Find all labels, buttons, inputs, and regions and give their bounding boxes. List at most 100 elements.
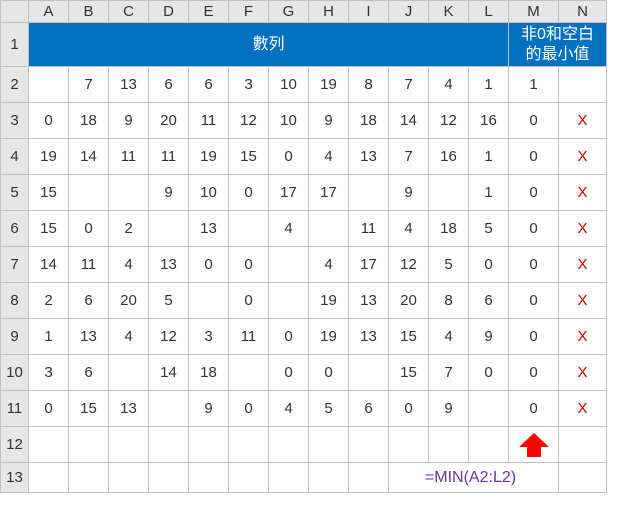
column-header-B[interactable]: B	[69, 1, 109, 23]
cell[interactable]	[109, 427, 149, 463]
cell[interactable]: 15	[229, 139, 269, 175]
cell[interactable]: 14	[29, 247, 69, 283]
column-header-H[interactable]: H	[309, 1, 349, 23]
cell[interactable]: 0	[229, 175, 269, 211]
cell[interactable]: 2	[109, 211, 149, 247]
row-header-13[interactable]: 13	[1, 463, 29, 493]
cell[interactable]	[149, 427, 189, 463]
column-header-M[interactable]: M	[509, 1, 559, 23]
cell[interactable]: 0	[509, 139, 559, 175]
cell[interactable]: 13	[69, 319, 109, 355]
cell[interactable]	[109, 175, 149, 211]
cell[interactable]	[469, 427, 509, 463]
cell[interactable]	[559, 463, 607, 493]
cell[interactable]: 4	[269, 211, 309, 247]
cell[interactable]: 6	[469, 283, 509, 319]
cell[interactable]: 7	[429, 355, 469, 391]
cell[interactable]: 14	[389, 103, 429, 139]
cell[interactable]: 19	[309, 67, 349, 103]
cell[interactable]: 6	[189, 67, 229, 103]
cell[interactable]	[309, 211, 349, 247]
cell[interactable]: 1	[469, 175, 509, 211]
row-header-7[interactable]: 7	[1, 247, 29, 283]
cell[interactable]	[349, 175, 389, 211]
cell[interactable]: 18	[349, 103, 389, 139]
column-header-J[interactable]: J	[389, 1, 429, 23]
cell[interactable]: 8	[349, 67, 389, 103]
cell[interactable]	[189, 283, 229, 319]
cell[interactable]: 11	[229, 319, 269, 355]
cell[interactable]: X	[559, 355, 607, 391]
header-min-nonzero[interactable]: 非0和空白的最小值	[509, 23, 607, 67]
cell[interactable]: 19	[309, 319, 349, 355]
cell[interactable]: 7	[389, 139, 429, 175]
cell[interactable]: 1	[469, 139, 509, 175]
cell[interactable]	[469, 391, 509, 427]
cell[interactable]: 0	[309, 355, 349, 391]
cell[interactable]: 0	[229, 391, 269, 427]
cell[interactable]	[269, 463, 309, 493]
cell[interactable]: 6	[349, 391, 389, 427]
cell[interactable]	[269, 247, 309, 283]
cell[interactable]: 0	[509, 211, 559, 247]
cell[interactable]: X	[559, 319, 607, 355]
cell[interactable]: 14	[149, 355, 189, 391]
cell[interactable]	[29, 67, 69, 103]
spreadsheet-grid[interactable]: ABCDEFGHIJKLMN 1數列非0和空白的最小值2713663101987…	[0, 0, 607, 493]
cell[interactable]: 9	[189, 391, 229, 427]
cell[interactable]: 5	[429, 247, 469, 283]
cell[interactable]: 0	[509, 175, 559, 211]
column-header-K[interactable]: K	[429, 1, 469, 23]
cell[interactable]: 0	[509, 319, 559, 355]
cell[interactable]: 0	[229, 247, 269, 283]
cell[interactable]	[229, 355, 269, 391]
row-header-12[interactable]: 12	[1, 427, 29, 463]
cell[interactable]: 18	[69, 103, 109, 139]
cell[interactable]: 0	[189, 247, 229, 283]
cell[interactable]	[269, 427, 309, 463]
cell[interactable]: 11	[149, 139, 189, 175]
cell[interactable]	[389, 427, 429, 463]
cell[interactable]: 15	[29, 175, 69, 211]
cell[interactable]: 0	[509, 103, 559, 139]
cell[interactable]: 13	[349, 139, 389, 175]
row-header-9[interactable]: 9	[1, 319, 29, 355]
cell[interactable]: 5	[149, 283, 189, 319]
cell[interactable]: 4	[429, 67, 469, 103]
cell[interactable]: 18	[189, 355, 229, 391]
cell[interactable]: 13	[349, 319, 389, 355]
cell[interactable]	[349, 355, 389, 391]
cell[interactable]	[29, 427, 69, 463]
cell[interactable]: 0	[509, 391, 559, 427]
cell[interactable]: 15	[389, 319, 429, 355]
cell[interactable]	[109, 355, 149, 391]
cell[interactable]: 6	[69, 283, 109, 319]
cell[interactable]	[269, 283, 309, 319]
cell[interactable]	[189, 427, 229, 463]
cell[interactable]: 6	[149, 67, 189, 103]
cell[interactable]	[309, 463, 349, 493]
column-header-I[interactable]: I	[349, 1, 389, 23]
column-header-D[interactable]: D	[149, 1, 189, 23]
cell[interactable]: 0	[509, 355, 559, 391]
cell[interactable]	[559, 67, 607, 103]
cell[interactable]: 19	[309, 283, 349, 319]
cell[interactable]: 20	[389, 283, 429, 319]
row-header-6[interactable]: 6	[1, 211, 29, 247]
cell[interactable]: 0	[469, 355, 509, 391]
cell[interactable]: X	[559, 211, 607, 247]
cell[interactable]: X	[559, 103, 607, 139]
column-header-E[interactable]: E	[189, 1, 229, 23]
cell[interactable]: 9	[309, 103, 349, 139]
cell[interactable]: 1	[509, 67, 559, 103]
cell[interactable]	[229, 463, 269, 493]
cell[interactable]: 7	[69, 67, 109, 103]
cell[interactable]: 8	[429, 283, 469, 319]
cell[interactable]: 6	[69, 355, 109, 391]
cell[interactable]: 11	[349, 211, 389, 247]
cell[interactable]	[69, 427, 109, 463]
row-header-1[interactable]: 1	[1, 23, 29, 67]
cell[interactable]: 18	[429, 211, 469, 247]
row-header-5[interactable]: 5	[1, 175, 29, 211]
column-header-A[interactable]: A	[29, 1, 69, 23]
